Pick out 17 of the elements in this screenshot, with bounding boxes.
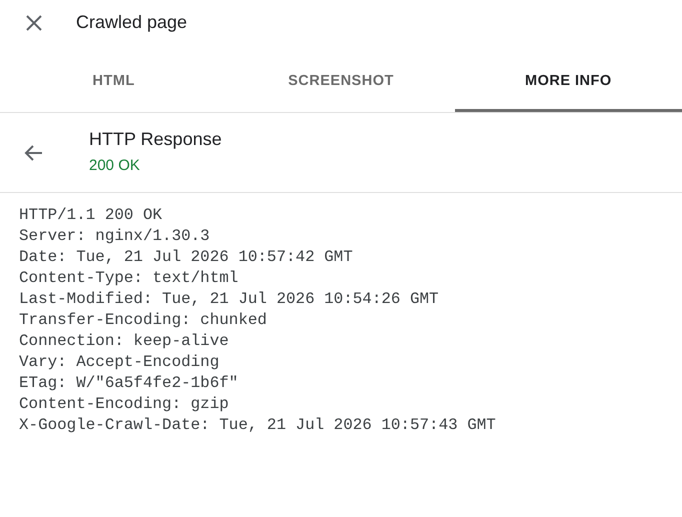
header-line: HTTP/1.1 200 OK (19, 205, 164, 226)
header-line: Content-Type: text/html (19, 268, 240, 289)
header-line: Content-Encoding: gzip (19, 394, 230, 415)
section-title: HTTP Response (89, 128, 222, 150)
header-line: X-Google-Crawl-Date: Tue, 21 Jul 2026 10:57:43 GMT (19, 415, 497, 436)
header-line: Transfer-Encoding: chunked (19, 310, 268, 331)
header-line: Date: Tue, 21 Jul 2026 10:57:42 GMT (19, 247, 354, 268)
header-line: Last-Modified: Tue, 21 Jul 2026 10:54:26 GMT (19, 289, 440, 310)
header-line: Connection: keep-alive (19, 331, 230, 352)
header-line: Server: nginx/1.30.3 (19, 226, 211, 247)
header-line: Vary: Accept-Encoding (19, 352, 220, 373)
status-text: 200 OK (89, 156, 141, 176)
dialog-title: Crawled page (76, 11, 188, 34)
header-line: ETag: W/"6a5f4fe2-1b6f" (19, 373, 240, 394)
tab[interactable]: MORE INFO (454, 55, 682, 112)
tab[interactable]: SCREENSHOT (227, 55, 455, 112)
tab[interactable]: HTML (0, 55, 228, 112)
